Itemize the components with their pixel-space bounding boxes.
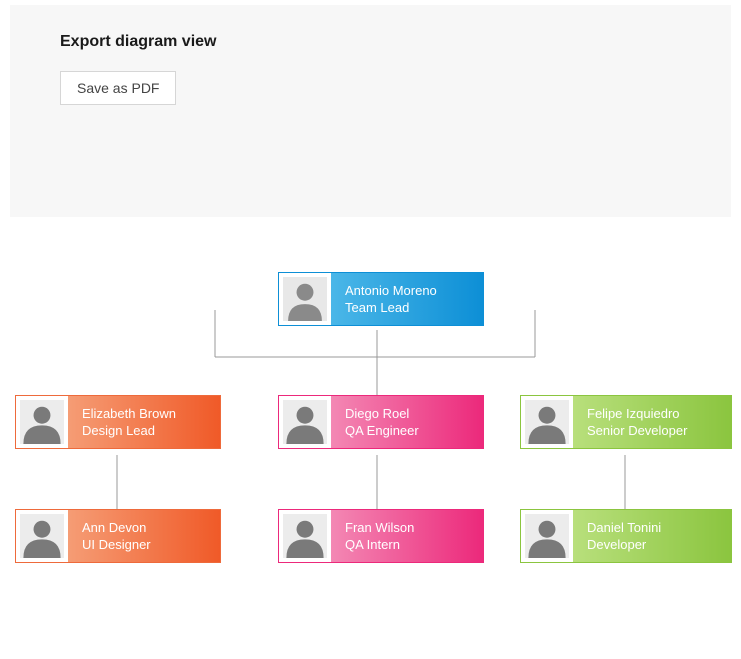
avatar (279, 396, 331, 448)
person-title: Team Lead (345, 300, 469, 317)
person-title: QA Engineer (345, 423, 469, 440)
node-label: Fran Wilson QA Intern (331, 510, 483, 562)
person-title: Developer (587, 537, 717, 554)
avatar (16, 510, 68, 562)
person-title: UI Designer (82, 537, 206, 554)
export-panel: Export diagram view Save as PDF (10, 5, 731, 217)
avatar (279, 273, 331, 325)
person-title: Design Lead (82, 423, 206, 440)
person-title: QA Intern (345, 537, 469, 554)
avatar (16, 396, 68, 448)
node-qa-intern[interactable]: Fran Wilson QA Intern (278, 509, 484, 563)
person-name: Antonio Moreno (345, 283, 469, 300)
avatar (521, 396, 573, 448)
save-pdf-button[interactable]: Save as PDF (60, 71, 176, 105)
person-name: Ann Devon (82, 520, 206, 537)
person-name: Diego Roel (345, 406, 469, 423)
person-name: Felipe Izquiedro (587, 406, 717, 423)
person-name: Fran Wilson (345, 520, 469, 537)
node-label: Felipe Izquiedro Senior Developer (573, 396, 731, 448)
avatar (279, 510, 331, 562)
node-label: Diego Roel QA Engineer (331, 396, 483, 448)
panel-title: Export diagram view (60, 33, 681, 51)
node-design-lead[interactable]: Elizabeth Brown Design Lead (15, 395, 221, 449)
org-chart: Antonio Moreno Team Lead Elizabeth Brown… (0, 217, 741, 617)
node-label: Daniel Tonini Developer (573, 510, 731, 562)
person-name: Daniel Tonini (587, 520, 717, 537)
node-developer[interactable]: Daniel Tonini Developer (520, 509, 732, 563)
node-label: Antonio Moreno Team Lead (331, 273, 483, 325)
node-ui-designer[interactable]: Ann Devon UI Designer (15, 509, 221, 563)
node-senior-developer[interactable]: Felipe Izquiedro Senior Developer (520, 395, 732, 449)
node-qa-engineer[interactable]: Diego Roel QA Engineer (278, 395, 484, 449)
person-name: Elizabeth Brown (82, 406, 206, 423)
node-label: Ann Devon UI Designer (68, 510, 220, 562)
node-label: Elizabeth Brown Design Lead (68, 396, 220, 448)
avatar (521, 510, 573, 562)
node-team-lead[interactable]: Antonio Moreno Team Lead (278, 272, 484, 326)
person-title: Senior Developer (587, 423, 717, 440)
